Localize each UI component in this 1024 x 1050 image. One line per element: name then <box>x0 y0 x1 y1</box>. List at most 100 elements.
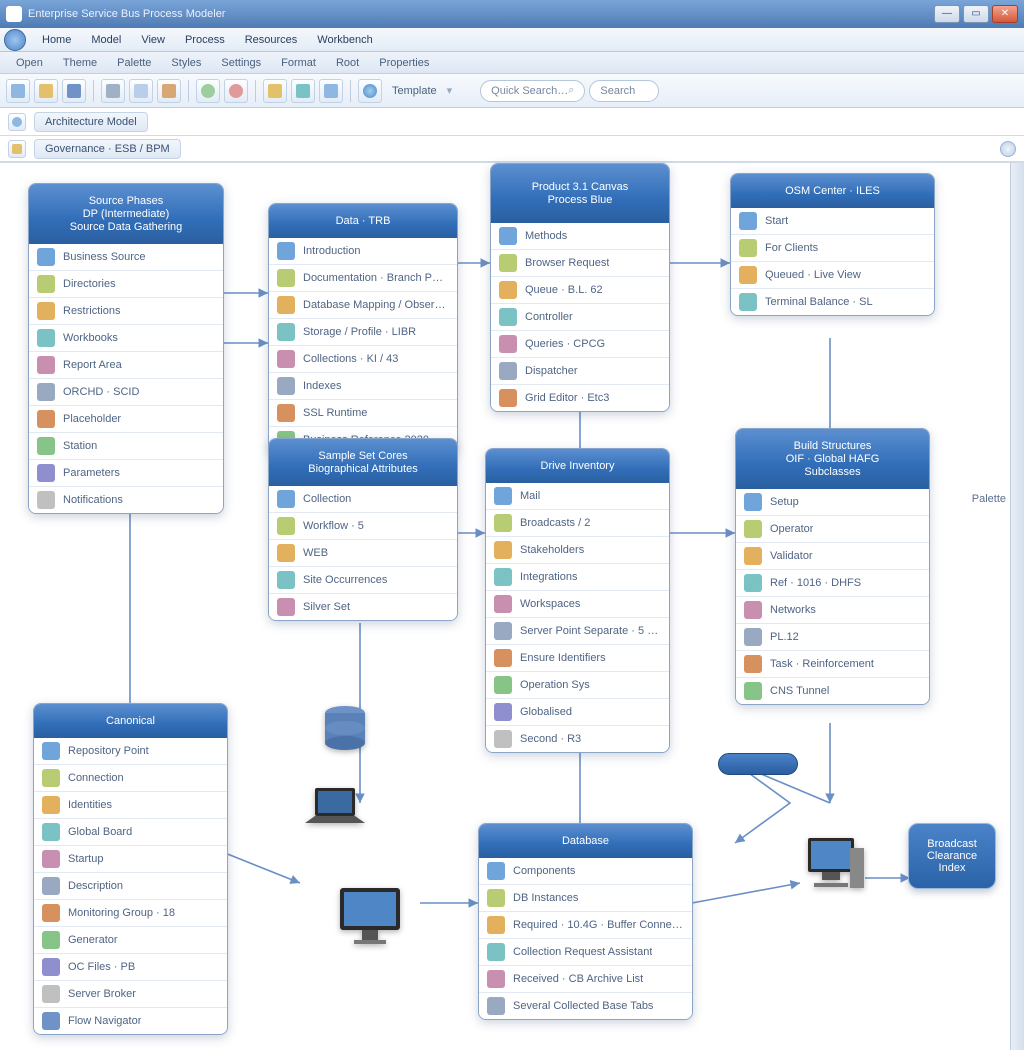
list-item[interactable]: Components <box>479 858 692 885</box>
submenu-palette[interactable]: Palette <box>107 55 161 71</box>
panel-data-trb[interactable]: Data · TRB IntroductionDocumentation · B… <box>268 203 458 454</box>
tool-paste[interactable] <box>157 79 181 103</box>
diagram-canvas[interactable]: Source PhasesDP (Intermediate)Source Dat… <box>0 162 1024 1050</box>
list-item[interactable]: ORCHD · SCID <box>29 379 223 406</box>
breadcrumb-chip-2[interactable]: Governance · ESB / BPM <box>34 139 181 159</box>
maximize-button[interactable]: ▭ <box>963 5 989 23</box>
list-item[interactable]: Controller <box>491 304 669 331</box>
list-item[interactable]: Browser Request <box>491 250 669 277</box>
menu-home[interactable]: Home <box>32 31 81 49</box>
panel-sample-cores[interactable]: Sample Set CoresBiographical Attributes … <box>268 438 458 621</box>
panel-broadcast[interactable]: BroadcastClearanceIndex <box>908 823 996 889</box>
submenu-theme[interactable]: Theme <box>53 55 107 71</box>
list-item[interactable]: Silver Set <box>269 594 457 620</box>
list-item[interactable]: Received · CB Archive List <box>479 966 692 993</box>
palette-tab[interactable]: Palette <box>972 493 1006 505</box>
list-item[interactable]: Several Collected Base Tabs <box>479 993 692 1019</box>
tool-save[interactable] <box>62 79 86 103</box>
list-item[interactable]: Indexes <box>269 373 457 400</box>
list-item[interactable]: Collections · KI / 43 <box>269 346 457 373</box>
right-scrollbar[interactable] <box>1010 163 1024 1050</box>
menu-workbench[interactable]: Workbench <box>307 31 382 49</box>
list-item[interactable]: CNS Tunnel <box>736 678 929 704</box>
list-item[interactable]: For Clients <box>731 235 934 262</box>
panel-build-structures[interactable]: Build StructuresOIF · Global HAFGSubclas… <box>735 428 930 705</box>
back-icon[interactable] <box>8 113 26 131</box>
list-item[interactable]: Stakeholders <box>486 537 669 564</box>
list-item[interactable]: Broadcasts / 2 <box>486 510 669 537</box>
list-item[interactable]: Queue · B.L. 62 <box>491 277 669 304</box>
submenu-open[interactable]: Open <box>6 55 53 71</box>
list-item[interactable]: Operation Sys <box>486 672 669 699</box>
close-button[interactable]: ✕ <box>992 5 1018 23</box>
list-item[interactable]: Globalised <box>486 699 669 726</box>
list-item[interactable]: Flow Navigator <box>34 1008 227 1034</box>
tool-undo[interactable] <box>196 79 220 103</box>
list-item[interactable]: Collection <box>269 486 457 513</box>
list-item[interactable]: Mail <box>486 483 669 510</box>
network-hub-pill[interactable] <box>718 753 798 775</box>
list-item[interactable]: Required · 10.4G · Buffer Connection <box>479 912 692 939</box>
breadcrumb-chip[interactable]: Architecture Model <box>34 112 148 132</box>
list-item[interactable]: Setup <box>736 489 929 516</box>
list-item[interactable]: Start <box>731 208 934 235</box>
list-item[interactable]: Monitoring Group · 18 <box>34 900 227 927</box>
list-item[interactable]: Database Mapping / Observer <box>269 292 457 319</box>
list-item[interactable]: Station <box>29 433 223 460</box>
tool-copy[interactable] <box>129 79 153 103</box>
list-item[interactable]: Restrictions <box>29 298 223 325</box>
list-item[interactable]: Second · R3 <box>486 726 669 752</box>
app-orb-icon[interactable] <box>4 29 26 51</box>
list-item[interactable]: Report Area <box>29 352 223 379</box>
list-item[interactable]: Integrations <box>486 564 669 591</box>
list-item[interactable]: Ref · 1016 · DHFS <box>736 570 929 597</box>
submenu-settings[interactable]: Settings <box>211 55 271 71</box>
refresh-icon[interactable] <box>1000 141 1016 157</box>
menu-resources[interactable]: Resources <box>235 31 308 49</box>
tool-redo[interactable] <box>224 79 248 103</box>
panel-canonical[interactable]: Canonical Repository PointConnectionIden… <box>33 703 228 1035</box>
list-item[interactable]: Parameters <box>29 460 223 487</box>
list-item[interactable]: Workflow · 5 <box>269 513 457 540</box>
list-item[interactable]: Identities <box>34 792 227 819</box>
panel-product-canvas[interactable]: Product 3.1 CanvasProcess Blue MethodsBr… <box>490 163 670 412</box>
list-item[interactable]: Placeholder <box>29 406 223 433</box>
panel-database[interactable]: Database ComponentsDB InstancesRequired … <box>478 823 693 1020</box>
list-item[interactable]: Global Board <box>34 819 227 846</box>
list-item[interactable]: Validator <box>736 543 929 570</box>
list-item[interactable]: Methods <box>491 223 669 250</box>
list-item[interactable]: Notifications <box>29 487 223 513</box>
menu-process[interactable]: Process <box>175 31 235 49</box>
list-item[interactable]: Directories <box>29 271 223 298</box>
tool-globe[interactable] <box>358 79 382 103</box>
list-item[interactable]: Task · Reinforcement <box>736 651 929 678</box>
quick-search-input[interactable]: Quick Search…⌕ <box>480 80 585 102</box>
list-item[interactable]: Storage / Profile · LIBR <box>269 319 457 346</box>
list-item[interactable]: Workbooks <box>29 325 223 352</box>
list-item[interactable]: Server Point Separate · 5 mm <box>486 618 669 645</box>
submenu-properties[interactable]: Properties <box>369 55 439 71</box>
list-item[interactable]: Networks <box>736 597 929 624</box>
list-item[interactable]: Queries · CPCG <box>491 331 669 358</box>
tool-image[interactable] <box>291 79 315 103</box>
tool-cut[interactable] <box>101 79 125 103</box>
list-item[interactable]: Introduction <box>269 238 457 265</box>
list-item[interactable]: Generator <box>34 927 227 954</box>
tool-open[interactable] <box>34 79 58 103</box>
search-input[interactable]: Search <box>589 80 659 102</box>
list-item[interactable]: Server Broker <box>34 981 227 1008</box>
list-item[interactable]: Queued · Live View <box>731 262 934 289</box>
submenu-root[interactable]: Root <box>326 55 369 71</box>
submenu-format[interactable]: Format <box>271 55 326 71</box>
list-item[interactable]: Description <box>34 873 227 900</box>
tool-folder[interactable] <box>263 79 287 103</box>
menu-view[interactable]: View <box>131 31 175 49</box>
minimize-button[interactable]: — <box>934 5 960 23</box>
list-item[interactable]: OC Files · PB <box>34 954 227 981</box>
list-item[interactable]: Ensure Identifiers <box>486 645 669 672</box>
panel-osm-center[interactable]: OSM Center · ILES StartFor ClientsQueued… <box>730 173 935 316</box>
list-item[interactable]: Dispatcher <box>491 358 669 385</box>
tool-new[interactable] <box>6 79 30 103</box>
menu-model[interactable]: Model <box>81 31 131 49</box>
list-item[interactable]: Business Source <box>29 244 223 271</box>
